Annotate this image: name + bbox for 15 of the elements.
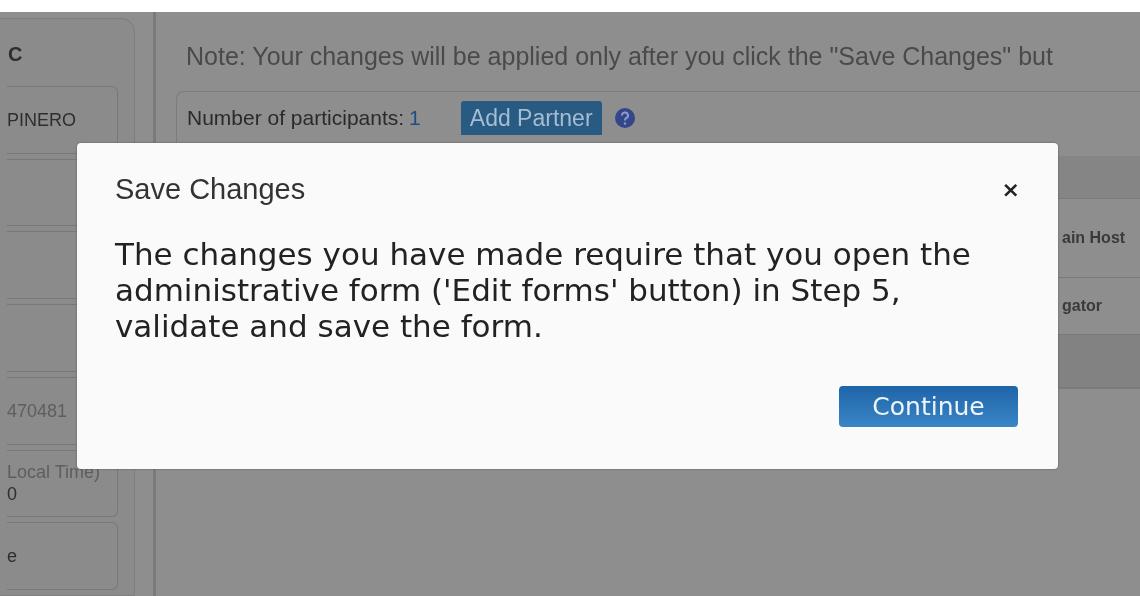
table-cell-text: gator — [1062, 297, 1103, 315]
note-text: Note: Your changes will be applied only after you click the "Save Changes" but — [185, 42, 1054, 71]
participants-count: 1 — [409, 106, 421, 130]
card-text: 0 — [7, 483, 18, 506]
participants-label: Number of participants: — [187, 106, 405, 130]
close-button[interactable]: × — [1001, 177, 1020, 202]
add-partner-button[interactable]: Add Partner — [460, 101, 602, 135]
card-text: PINERO — [7, 108, 77, 131]
dialog-message: The changes you have made require that you open the administrative form ('Edit forms' button) in Step 5, validate and save the form. — [115, 236, 972, 344]
card-text: e — [7, 545, 18, 568]
dialog-title: Save Changes — [115, 173, 306, 206]
help-icon[interactable] — [613, 107, 636, 129]
continue-button[interactable]: Continue — [839, 386, 1018, 427]
table-cell-text: ain Host — [1062, 229, 1127, 247]
sidebar-heading: C — [7, 42, 24, 67]
